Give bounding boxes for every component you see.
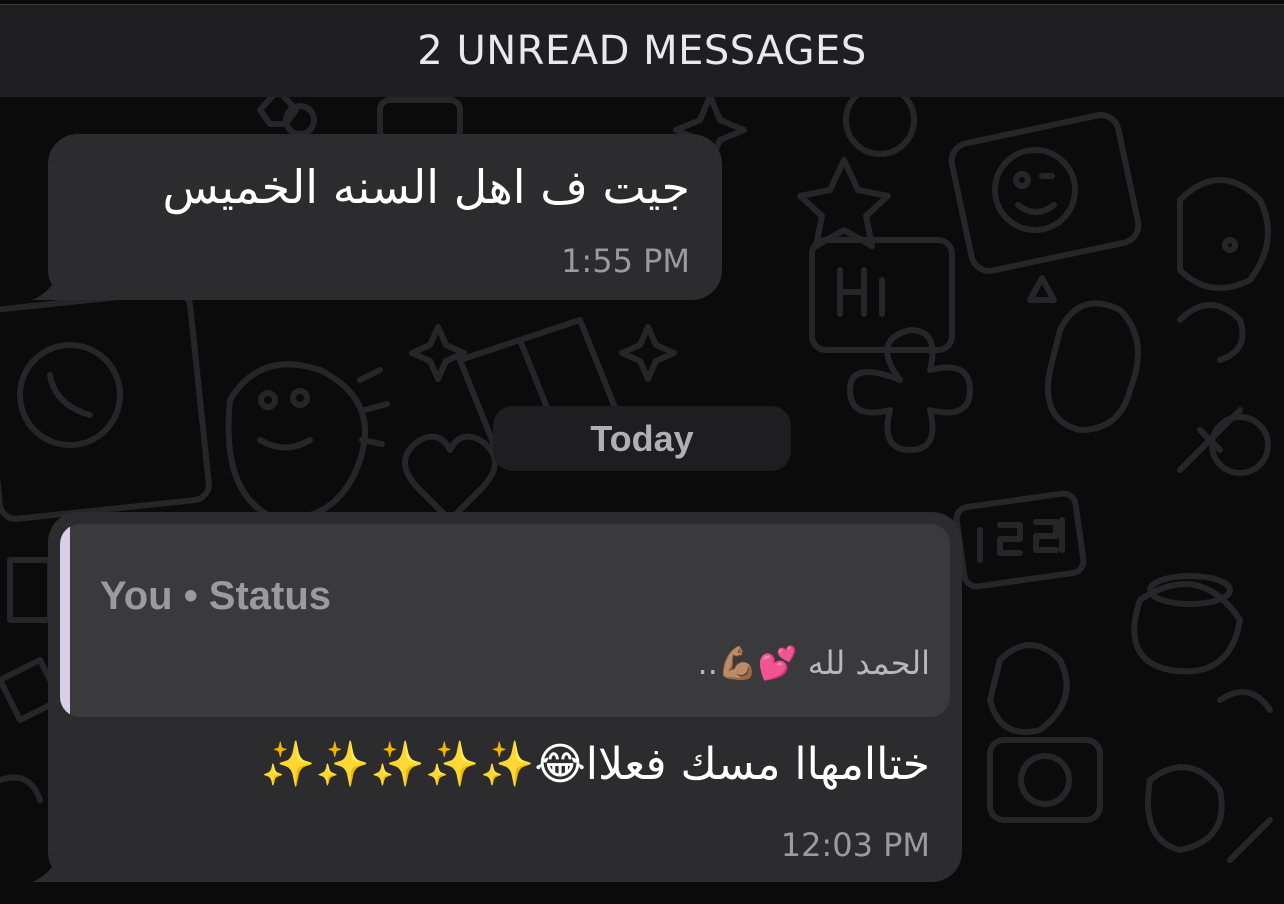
quoted-status-reply[interactable]: You • Status الحمد لله 💕💪🏽..	[60, 524, 950, 717]
date-separator-label: Today	[590, 417, 694, 459]
quote-accent-bar	[60, 524, 70, 717]
message-timestamp: 1:55 PM	[561, 242, 690, 280]
unread-messages-banner: 2 UNREAD MESSAGES	[0, 4, 1284, 97]
message-timestamp: 12:03 PM	[780, 826, 930, 864]
message-text: ختاامهاا مسك فعلاا😂✨✨✨✨✨	[260, 739, 930, 790]
message-text: جيت ف اهل السنه الخميس	[162, 160, 690, 214]
message-bubble-with-reply[interactable]: You • Status الحمد لله 💕💪🏽.. ختاامهاا مس…	[48, 512, 962, 882]
quote-author: You • Status	[100, 574, 332, 618]
quote-text: الحمد لله 💕💪🏽..	[697, 644, 930, 682]
unread-messages-label: 2 UNREAD MESSAGES	[417, 28, 867, 74]
message-bubble[interactable]: جيت ف اهل السنه الخميس 1:55 PM	[48, 134, 722, 300]
date-separator: Today	[493, 406, 791, 471]
